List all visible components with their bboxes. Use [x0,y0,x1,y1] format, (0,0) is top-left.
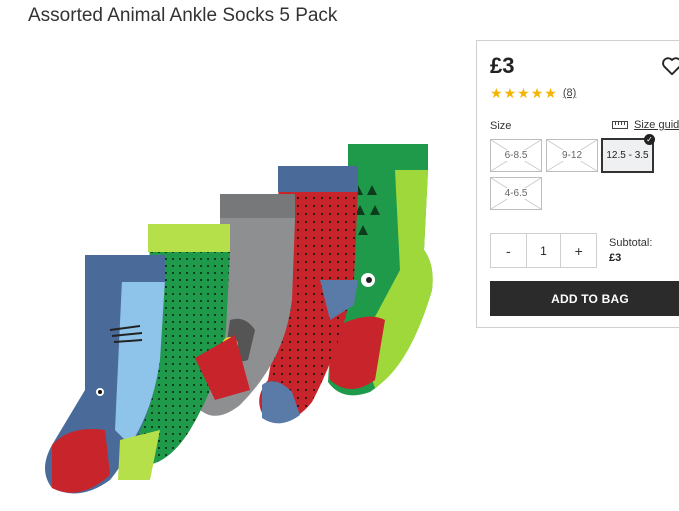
star-icon: ★ [530,85,544,101]
size-option-label: 6-8.5 [503,150,529,161]
size-option-label: 9-12 [560,150,583,161]
size-guide-link[interactable]: Size guide [612,119,679,131]
selected-check-icon: ✓ [644,134,655,145]
product-image [30,130,460,500]
size-label: Size [490,120,512,132]
size-option-label: 4-6.5 [503,188,529,199]
review-count-link[interactable]: (8) [563,87,576,99]
size-option-4-6.5[interactable]: 4-6.5 [490,177,542,210]
buy-panel: £3 ★ ★ ★ ★ ★ (8) Size Size guide 6-8.5 9… [476,40,679,328]
quantity-stepper: - 1 + [490,233,597,268]
star-icon: ★ [544,85,557,101]
price: £3 [490,53,515,78]
size-option-label: 12.5 - 3.5 [606,150,649,161]
quantity-decrease-button[interactable]: - [491,234,526,267]
subtotal-label: Subtotal: [609,237,653,249]
star-icon: ★ [503,85,517,101]
add-to-bag-button[interactable]: ADD TO BAG [490,281,679,316]
quantity-input[interactable]: 1 [525,234,562,267]
star-icon: ★ [517,85,530,101]
size-option-6-8.5[interactable]: 6-8.5 [490,139,542,172]
size-option-9-12[interactable]: 9-12 [546,139,598,172]
heart-outline-icon[interactable] [661,55,679,77]
subtotal-value: £3 [609,252,622,264]
sock-shark [45,255,165,494]
product-title: Assorted Animal Ankle Socks 5 Pack [28,5,338,26]
star-icon: ★ [490,85,503,101]
star-rating: ★ ★ ★ ★ ★ (8) [490,86,576,100]
ruler-icon [612,121,628,129]
size-guide-label: Size guide [634,119,679,131]
quantity-increase-button[interactable]: + [561,234,596,267]
